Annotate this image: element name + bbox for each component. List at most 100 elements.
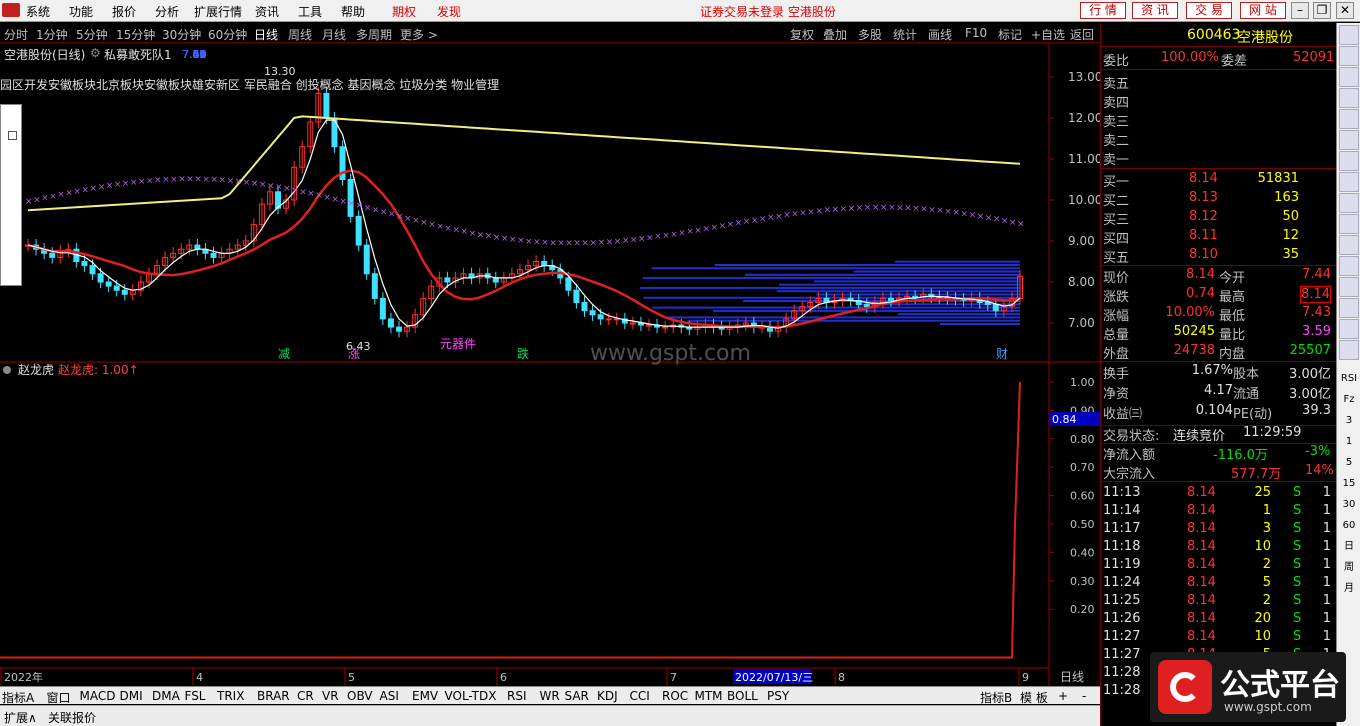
link-discover[interactable]: 发现: [437, 3, 461, 20]
menu-quote[interactable]: 报价: [112, 3, 136, 20]
toolbar-button[interactable]: 3: [1339, 411, 1359, 431]
tool-adjust[interactable]: 复权: [790, 26, 814, 43]
indicator-tab[interactable]: 窗口: [47, 689, 71, 706]
toolbar-icon[interactable]: [1339, 25, 1359, 45]
period-tab[interactable]: 分时: [4, 26, 28, 43]
toolbar-button[interactable]: Fz: [1339, 390, 1359, 410]
indicator-tab[interactable]: MACD: [80, 689, 116, 703]
indicator-tab[interactable]: WR: [540, 689, 560, 703]
period-tab[interactable]: 15分钟: [116, 26, 155, 43]
menu-system[interactable]: 系统: [26, 3, 50, 20]
stat-label: 现价: [1103, 271, 1130, 286]
indicator-tab[interactable]: RSI: [507, 689, 527, 703]
indicator-tab[interactable]: OBV: [347, 689, 373, 703]
indicator-tab[interactable]: CR: [297, 689, 314, 703]
restore-icon[interactable]: ❐: [1313, 2, 1331, 19]
toolbar-button[interactable]: 周: [1339, 558, 1359, 578]
indicator-tab[interactable]: BOLL: [727, 689, 758, 703]
indicator-tab[interactable]: ROC: [662, 689, 688, 703]
left-drawer-panel[interactable]: [0, 104, 22, 286]
period-tab-active[interactable]: 日线: [254, 26, 278, 43]
tool-mark[interactable]: 标记: [998, 26, 1022, 43]
toolbar-button[interactable]: 60: [1339, 516, 1359, 536]
toolbar-button[interactable]: RSI: [1339, 369, 1359, 389]
toolbar-icon[interactable]: [1339, 235, 1359, 255]
indicator-tab[interactable]: DMA: [152, 689, 180, 703]
indicator-tab[interactable]: SAR: [565, 689, 589, 703]
period-tab[interactable]: 30分钟: [162, 26, 201, 43]
toolbar-icon[interactable]: [1339, 256, 1359, 276]
btn-website[interactable]: 网 站: [1240, 2, 1286, 19]
toolbar-button[interactable]: 月: [1339, 579, 1359, 599]
toolbar-icon[interactable]: [1339, 172, 1359, 192]
menu-tools[interactable]: 工具: [298, 3, 322, 20]
tool-multi[interactable]: 多股: [858, 26, 882, 43]
menu-function[interactable]: 功能: [69, 3, 93, 20]
toolbar-icon[interactable]: [1339, 151, 1359, 171]
menu-analysis[interactable]: 分析: [155, 3, 179, 20]
indicator-tab[interactable]: VR: [322, 689, 339, 703]
toolbar-icon[interactable]: [1339, 319, 1359, 339]
period-tab[interactable]: 5分钟: [76, 26, 108, 43]
period-tab[interactable]: 月线: [322, 26, 346, 43]
drawer-checkbox[interactable]: [8, 131, 17, 140]
toolbar-icon[interactable]: [1339, 109, 1359, 129]
link-options[interactable]: 期权: [392, 3, 416, 20]
toolbar-icon[interactable]: [1339, 130, 1359, 150]
menu-news[interactable]: 资讯: [255, 3, 279, 20]
tab-related-quote[interactable]: 关联报价: [48, 709, 96, 726]
indicator-tab[interactable]: CCI: [630, 689, 650, 703]
toolbar-button[interactable]: 日: [1339, 537, 1359, 557]
menu-extended[interactable]: 扩展行情: [194, 3, 242, 20]
indicator-tab-right[interactable]: 指标B: [980, 689, 1012, 706]
indicator-tab[interactable]: 指标A: [2, 689, 34, 706]
toolbar-icon[interactable]: [1339, 88, 1359, 108]
indicator-tab-right[interactable]: +: [1058, 689, 1068, 703]
period-tab[interactable]: 1分钟: [36, 26, 68, 43]
period-more[interactable]: 更多 >: [400, 26, 438, 43]
tool-stats[interactable]: 统计: [893, 26, 917, 43]
btn-trade[interactable]: 交 易: [1186, 2, 1232, 19]
toolbar-button[interactable]: 15: [1339, 474, 1359, 494]
indicator-tab[interactable]: PSY: [767, 689, 789, 703]
btn-news[interactable]: 资 讯: [1132, 2, 1178, 19]
indicator-tab[interactable]: EMV: [412, 689, 438, 703]
toolbar-icon[interactable]: [1339, 214, 1359, 234]
toolbar-icon[interactable]: [1339, 340, 1359, 360]
period-tab[interactable]: 60分钟: [208, 26, 247, 43]
toolbar-button[interactable]: 1: [1339, 432, 1359, 452]
indicator-menu-icon[interactable]: ⚙: [90, 46, 101, 60]
kline-chart[interactable]: 13.0012.0011.0010.009.008.007.00 1.000.9…: [0, 44, 1100, 686]
indicator-tab-right[interactable]: -: [1082, 689, 1086, 703]
indicator-tab[interactable]: TRIX: [217, 689, 244, 703]
indicator-tab[interactable]: FSL: [185, 689, 206, 703]
indicator-tab[interactable]: MTM: [695, 689, 723, 703]
indicator-tab[interactable]: ASI: [380, 689, 399, 703]
indicator-tab[interactable]: KDJ: [597, 689, 618, 703]
indicator-tab[interactable]: DMI: [120, 689, 143, 703]
period-tab[interactable]: 多周期: [356, 26, 392, 43]
close-icon[interactable]: ✕: [1336, 2, 1354, 19]
indicator-tab[interactable]: BRAR: [257, 689, 290, 703]
indicator-menu-icon[interactable]: [3, 366, 11, 374]
menu-help[interactable]: 帮助: [341, 3, 365, 20]
toolbar-icon[interactable]: [1339, 298, 1359, 318]
toolbar-icon[interactable]: [1339, 193, 1359, 213]
period-tab[interactable]: 周线: [288, 26, 312, 43]
tool-overlay[interactable]: 叠加: [823, 26, 847, 43]
toolbar-icon[interactable]: [1339, 46, 1359, 66]
indicator-tab-right[interactable]: 模 板: [1020, 689, 1048, 706]
tool-back[interactable]: 返回: [1070, 26, 1094, 43]
indicator-tab[interactable]: VOL-TDX: [445, 689, 497, 703]
toolbar-button[interactable]: 30: [1339, 495, 1359, 515]
svg-text:×: ×: [41, 194, 49, 204]
tool-draw[interactable]: 画线: [928, 26, 952, 43]
toolbar-icon[interactable]: [1339, 67, 1359, 87]
tool-add-watch[interactable]: +自选: [1031, 26, 1065, 43]
tab-extend[interactable]: 扩展∧: [4, 709, 37, 726]
tool-f10[interactable]: F10: [965, 26, 987, 40]
toolbar-button[interactable]: 5: [1339, 453, 1359, 473]
toolbar-icon[interactable]: [1339, 277, 1359, 297]
minimize-icon[interactable]: –: [1291, 2, 1309, 19]
btn-market[interactable]: 行 情: [1080, 2, 1126, 19]
